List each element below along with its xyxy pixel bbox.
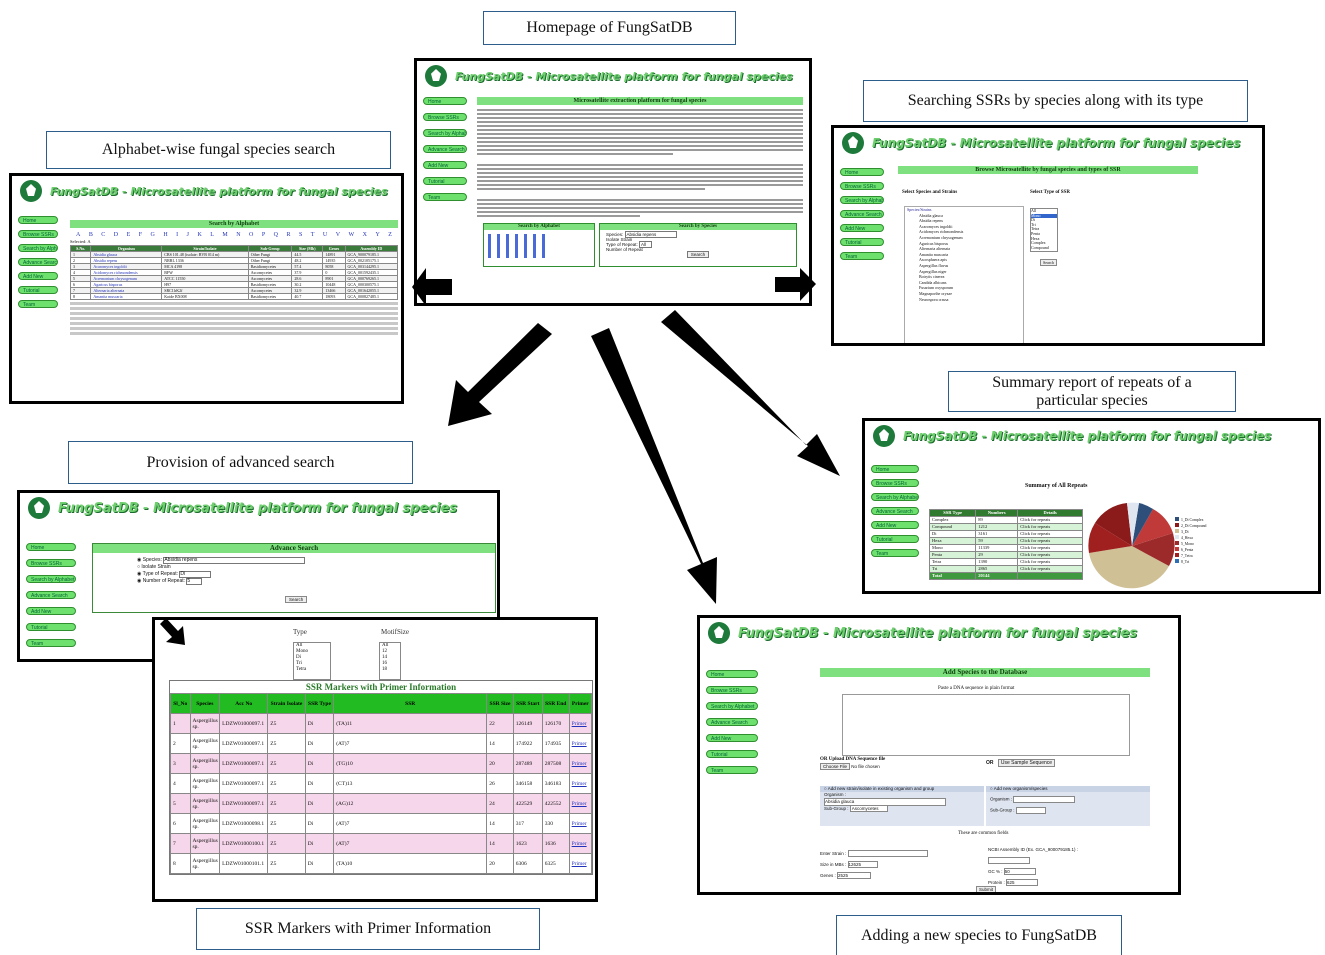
arrow-to-advanced-icon	[448, 323, 552, 426]
arrow-into-markers-icon	[160, 618, 185, 645]
arrow-to-browse-icon	[775, 268, 816, 301]
flow-arrows	[160, 268, 840, 645]
arrow-to-alphabet-icon	[412, 268, 452, 306]
arrow-to-add-species-icon	[591, 328, 717, 604]
arrow-to-summary-icon	[661, 310, 840, 476]
